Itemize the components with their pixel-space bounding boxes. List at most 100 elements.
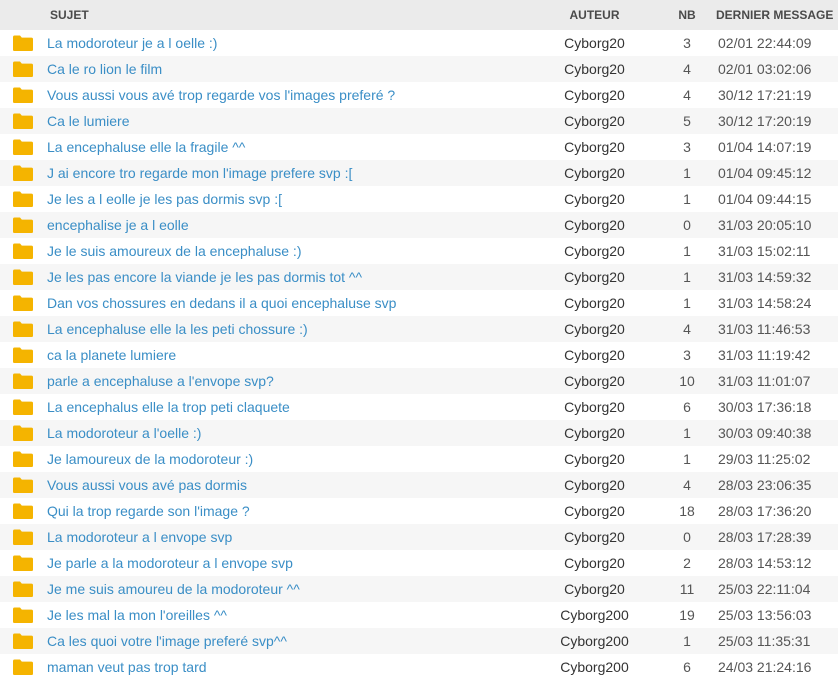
folder-icon [13, 425, 33, 442]
table-row: Je les pas encore la viande je les pas d… [0, 264, 838, 290]
topic-message-count: 2 [683, 555, 691, 571]
icon-cell [0, 160, 46, 186]
topic-last-message-date: 30/03 17:36:18 [718, 399, 812, 415]
subject-cell: Je le suis amoureux de la encephaluse :) [46, 238, 524, 264]
icon-cell [0, 342, 46, 368]
subject-cell: La encephaluse elle la fragile ^^ [46, 134, 524, 160]
topic-author: Cyborg20 [564, 581, 625, 597]
icon-cell [0, 108, 46, 134]
folder-icon [13, 321, 33, 338]
folder-icon [13, 347, 33, 364]
topic-last-message-date: 31/03 11:46:53 [718, 321, 811, 337]
folder-icon [13, 399, 33, 416]
topic-link[interactable]: La modoroteur je a l oelle :) [47, 35, 217, 51]
topic-message-count: 3 [683, 35, 691, 51]
table-row: Je me suis amoureu de la modoroteur ^^ Cy… [0, 576, 838, 602]
table-row: J ai encore tro regarde mon l'image pref… [0, 160, 838, 186]
topic-link[interactable]: encephalise je a l eolle [47, 217, 189, 233]
topic-last-message-date: 24/03 21:24:16 [718, 659, 812, 675]
topic-last-message-date: 01/04 09:44:15 [718, 191, 812, 207]
topic-link[interactable]: Vous aussi vous avé pas dormis [47, 477, 247, 493]
table-row: Je les a l eolle je les pas dormis svp :… [0, 186, 838, 212]
topic-last-message-date: 30/12 17:21:19 [718, 87, 812, 103]
subject-cell: parle a encephaluse a l'envope svp? [46, 368, 524, 394]
subject-cell: ca la planete lumiere [46, 342, 524, 368]
topic-author: Cyborg20 [564, 295, 625, 311]
table-row: Je les mal la mon l'oreilles ^^ Cyborg200… [0, 602, 838, 628]
topic-message-count: 1 [683, 633, 691, 649]
table-row: ca la planete lumiere Cyborg20 3 31/03 11:1… [0, 342, 838, 368]
subject-cell: La modoroteur je a l oelle :) [46, 30, 524, 56]
topic-author: Cyborg20 [564, 217, 625, 233]
topic-link[interactable]: Je les mal la mon l'oreilles ^^ [47, 607, 227, 623]
topic-last-message-date: 29/03 11:25:02 [718, 451, 811, 467]
topic-last-message-date: 25/03 11:35:31 [718, 633, 811, 649]
topic-link[interactable]: Ca le lumiere [47, 113, 129, 129]
topic-link[interactable]: La encephalus elle la trop peti claquete [47, 399, 290, 415]
subject-cell: Je les pas encore la viande je les pas d… [46, 264, 524, 290]
topic-message-count: 3 [683, 347, 691, 363]
header-last-message[interactable]: DERNIER MESSAGE [709, 0, 838, 30]
table-row: La modoroteur je a l oelle :) Cyborg20 3 02… [0, 30, 838, 56]
topic-link[interactable]: Je les pas encore la viande je les pas d… [47, 269, 362, 285]
subject-cell: Dan vos chossures en dedans il a quoi en… [46, 290, 524, 316]
folder-icon [13, 607, 33, 624]
topic-link[interactable]: ca la planete lumiere [47, 347, 176, 363]
folder-icon [13, 451, 33, 468]
subject-cell: Je lamoureux de la modoroteur :) [46, 446, 524, 472]
topic-last-message-date: 01/04 14:07:19 [718, 139, 812, 155]
table-row: Vous aussi vous avé pas dormis Cyborg20 4 2… [0, 472, 838, 498]
topic-link[interactable]: Vous aussi vous avé trop regarde vos l'i… [47, 87, 395, 103]
topic-message-count: 1 [683, 425, 691, 441]
topic-link[interactable]: J ai encore tro regarde mon l'image pref… [47, 165, 352, 181]
subject-cell: Je parle a la modoroteur a l envope svp [46, 550, 524, 576]
topic-last-message-date: 31/03 14:58:24 [718, 295, 812, 311]
topic-link[interactable]: La encephaluse elle la fragile ^^ [47, 139, 245, 155]
topic-link[interactable]: Ca le ro lion le film [47, 61, 162, 77]
icon-cell [0, 446, 46, 472]
icon-cell [0, 602, 46, 628]
topic-author: Cyborg20 [564, 555, 625, 571]
topic-link[interactable]: maman veut pas trop tard [47, 659, 207, 675]
topic-link[interactable]: Ca les quoi votre l'image preferé svp^^ [47, 633, 287, 649]
folder-icon [13, 139, 33, 156]
header-subject[interactable]: SUJET [46, 0, 524, 30]
topic-link[interactable]: La encephaluse elle la les peti chossure… [47, 321, 308, 337]
topic-link[interactable]: Je lamoureux de la modoroteur :) [47, 451, 253, 467]
table-row: maman veut pas trop tard Cyborg200 6 24/03 … [0, 654, 838, 680]
topic-message-count: 1 [683, 451, 691, 467]
icon-cell [0, 394, 46, 420]
header-author[interactable]: AUTEUR [524, 0, 665, 30]
icon-cell [0, 30, 46, 56]
topic-link[interactable]: La modoroteur a l envope svp [47, 529, 232, 545]
topic-last-message-date: 31/03 14:59:32 [718, 269, 812, 285]
folder-icon [13, 243, 33, 260]
topic-message-count: 1 [683, 191, 691, 207]
table-row: La modoroteur a l'oelle :) Cyborg20 1 30/03… [0, 420, 838, 446]
topic-author: Cyborg20 [564, 165, 625, 181]
subject-cell: Je les a l eolle je les pas dormis svp :… [46, 186, 524, 212]
topic-link[interactable]: Dan vos chossures en dedans il a quoi en… [47, 295, 396, 311]
topic-author: Cyborg200 [560, 633, 629, 649]
folder-icon [13, 113, 33, 130]
topic-link[interactable]: Je parle a la modoroteur a l envope svp [47, 555, 293, 571]
topic-link[interactable]: Je le suis amoureux de la encephaluse :) [47, 243, 301, 259]
topic-link[interactable]: La modoroteur a l'oelle :) [47, 425, 201, 441]
icon-cell [0, 134, 46, 160]
topic-message-count: 6 [683, 659, 691, 675]
header-count[interactable]: NB [665, 0, 709, 30]
topic-link[interactable]: Je les a l eolle je les pas dormis svp :… [47, 191, 282, 207]
icon-cell [0, 56, 46, 82]
folder-icon [13, 295, 33, 312]
icon-cell [0, 186, 46, 212]
topic-last-message-date: 28/03 17:36:20 [718, 503, 812, 519]
topic-last-message-date: 31/03 20:05:10 [718, 217, 812, 233]
topic-link[interactable]: parle a encephaluse a l'envope svp? [47, 373, 274, 389]
subject-cell: Je les mal la mon l'oreilles ^^ [46, 602, 524, 628]
topic-link[interactable]: Qui la trop regarde son l'image ? [47, 503, 250, 519]
topic-message-count: 18 [679, 503, 695, 519]
topic-link[interactable]: Je me suis amoureu de la modoroteur ^^ [47, 581, 300, 597]
topic-author: Cyborg200 [560, 659, 629, 675]
icon-cell [0, 238, 46, 264]
topic-last-message-date: 30/03 09:40:38 [718, 425, 812, 441]
